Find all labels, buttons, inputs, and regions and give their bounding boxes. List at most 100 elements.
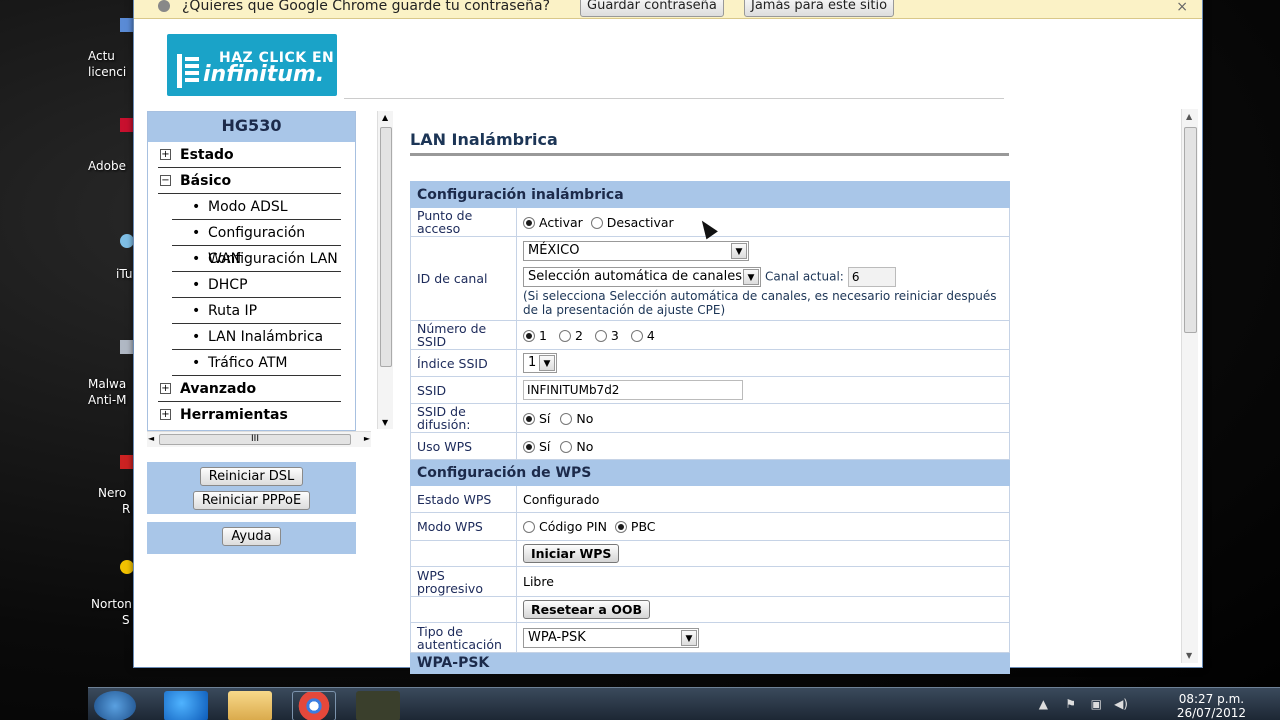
nav-item-basico[interactable]: − Básico [158, 168, 341, 194]
scroll-down-icon[interactable]: ▼ [1186, 651, 1192, 660]
wps-pin-radio[interactable] [523, 521, 535, 533]
logo-bars-icon [177, 54, 199, 88]
broadcast-yes-radio[interactable] [523, 412, 535, 425]
collapse-icon[interactable]: − [160, 175, 171, 186]
ssid-count-radio-3[interactable] [594, 329, 607, 342]
access-point-off-radio[interactable] [590, 216, 603, 229]
radio-label: Activar [539, 214, 583, 230]
desktop-icon-adobe[interactable]: Adobe [88, 118, 138, 178]
file-explorer-icon[interactable] [228, 691, 272, 720]
ssid-count-radio-4[interactable] [630, 329, 643, 342]
nav-item-avanzado[interactable]: + Avanzado [158, 376, 341, 402]
nav-item-modo-adsl[interactable]: • Modo ADSL [172, 194, 341, 220]
wps-pbc-radio[interactable] [614, 521, 627, 533]
section-header-wps: Configuración de WPS [410, 459, 1010, 486]
system-clock[interactable]: 08:27 p.m. 26/07/2012 [1177, 692, 1246, 720]
chrome-icon[interactable] [292, 691, 336, 720]
reset-oob-button[interactable]: Resetear a OOB [523, 600, 650, 619]
expand-icon[interactable]: + [160, 149, 171, 160]
start-wps-button[interactable]: Iniciar WPS [523, 544, 620, 563]
channel-field: MÉXICO ▼ Selección automática de canales ▼… [516, 236, 1010, 321]
flag-icon[interactable]: ⚑ [1065, 697, 1076, 711]
radio-label: Sí [539, 410, 551, 426]
desktop-icon-nero[interactable]: Nero R [88, 455, 138, 525]
nav-item-ruta-ip[interactable]: • Ruta IP [172, 298, 341, 324]
ssid-count-radio-2[interactable] [558, 329, 571, 342]
scroll-up-icon[interactable]: ▲ [1186, 112, 1192, 121]
nav-item-label: Básico [180, 173, 232, 189]
nav-item-label: Estado [180, 147, 234, 163]
nav-item-config-wan[interactable]: • Configuración WAN [172, 220, 341, 267]
scroll-right-icon[interactable]: ► [364, 434, 370, 443]
nav-item-dhcp[interactable]: • DHCP [172, 272, 341, 298]
ssid-label: SSID [410, 376, 517, 404]
reboot-panel: Reiniciar DSL Reiniciar PPPoE [147, 462, 356, 514]
scroll-thumb[interactable] [380, 127, 392, 367]
use-wps-label: Uso WPS [410, 432, 517, 460]
desktop-icon-label: Anti-M [88, 393, 127, 407]
ssid-index-field: 1 ▼ [516, 349, 1010, 377]
network-icon[interactable]: ▣ [1091, 697, 1102, 711]
ssid-index-select[interactable]: 1 ▼ [523, 353, 557, 373]
bullet-icon: • [192, 251, 201, 267]
access-point-on-radio[interactable] [523, 216, 535, 229]
broadcast-no-radio[interactable] [560, 412, 573, 425]
nav-item-lan-inalambrica[interactable]: • LAN Inalámbrica [172, 324, 341, 350]
empty-label [410, 596, 517, 623]
chevron-down-icon[interactable]: ▼ [743, 268, 759, 285]
scroll-left-icon[interactable]: ◄ [148, 434, 154, 443]
desktop-icon-actualizar[interactable]: Actu licenci [88, 18, 138, 88]
expand-icon[interactable]: + [160, 409, 171, 420]
scroll-down-icon[interactable]: ▼ [382, 418, 388, 427]
main-vertical-scrollbar[interactable]: ▲ ▼ [1181, 109, 1198, 663]
volume-icon[interactable]: ◀) [1114, 697, 1128, 711]
expand-icon[interactable]: + [160, 383, 171, 394]
country-select[interactable]: MÉXICO ▼ [523, 240, 749, 261]
infinitum-logo[interactable]: HAZ CLICK EN infinitum. [167, 34, 337, 96]
use-wps-yes-radio[interactable] [523, 440, 535, 453]
nav-vertical-scrollbar[interactable]: ▲ ▼ [377, 111, 393, 429]
ssid-count-radio-1[interactable] [523, 329, 535, 342]
start-wps-cell: Iniciar WPS [516, 540, 1010, 567]
internet-explorer-icon[interactable] [164, 691, 208, 720]
desktop-icon-malwarebytes[interactable]: Malwa Anti-M [88, 340, 138, 410]
reboot-pppoe-button[interactable]: Reiniciar PPPoE [192, 491, 311, 510]
use-wps-no-radio[interactable] [560, 440, 573, 453]
radio-label: 4 [646, 327, 655, 343]
auth-type-select[interactable]: WPA-PSK ▼ [523, 627, 699, 648]
scroll-up-icon[interactable]: ▲ [382, 113, 388, 122]
nav-item-label: Avanzado [180, 381, 257, 397]
reboot-dsl-button[interactable]: Reiniciar DSL [199, 467, 304, 486]
channel-label: ID de canal [410, 236, 517, 321]
media-app-icon[interactable] [356, 691, 400, 720]
empty-label [410, 540, 517, 567]
desktop-icon-itunes[interactable]: iTu [88, 230, 138, 290]
help-button[interactable]: Ayuda [222, 527, 281, 546]
desktop-icon-norton[interactable]: Norton S [88, 560, 138, 630]
close-icon[interactable]: × [1176, 0, 1188, 15]
chevron-down-icon[interactable]: ▼ [731, 242, 747, 259]
start-button-icon[interactable] [94, 691, 136, 720]
nav-item-trafico-atm[interactable]: • Tráfico ATM [172, 350, 341, 376]
nav-item-herramientas[interactable]: + Herramientas [158, 402, 341, 428]
chevron-down-icon[interactable]: ▼ [539, 355, 555, 371]
wps-state-label: Estado WPS [410, 485, 517, 513]
tray-arrow-icon[interactable]: ▲ [1039, 697, 1048, 711]
chevron-down-icon[interactable]: ▼ [681, 629, 697, 646]
malwarebytes-icon [120, 340, 134, 354]
nav-item-estado[interactable]: + Estado [158, 142, 341, 168]
channel-mode-select[interactable]: Selección automática de canales ▼ [523, 266, 761, 287]
nav-horizontal-scrollbar[interactable]: ◄ III ► [147, 431, 371, 447]
norton-icon [120, 560, 134, 574]
scroll-thumb[interactable]: III [159, 434, 351, 445]
clock-time: 08:27 p.m. [1178, 692, 1245, 706]
nav-item-config-lan[interactable]: • Configuración LAN [172, 246, 341, 272]
ssid-input[interactable]: INFINITUMb7d2 [523, 380, 743, 400]
nero-icon [120, 455, 134, 469]
use-wps-field: Sí No [516, 432, 1010, 460]
save-password-button[interactable]: Guardar contraseña [580, 0, 724, 17]
logo-line2: infinitum. [203, 62, 325, 87]
never-for-site-button[interactable]: Jamás para este sitio [744, 0, 895, 17]
scroll-thumb[interactable] [1184, 127, 1197, 333]
radio-label: Código PIN [539, 519, 607, 534]
